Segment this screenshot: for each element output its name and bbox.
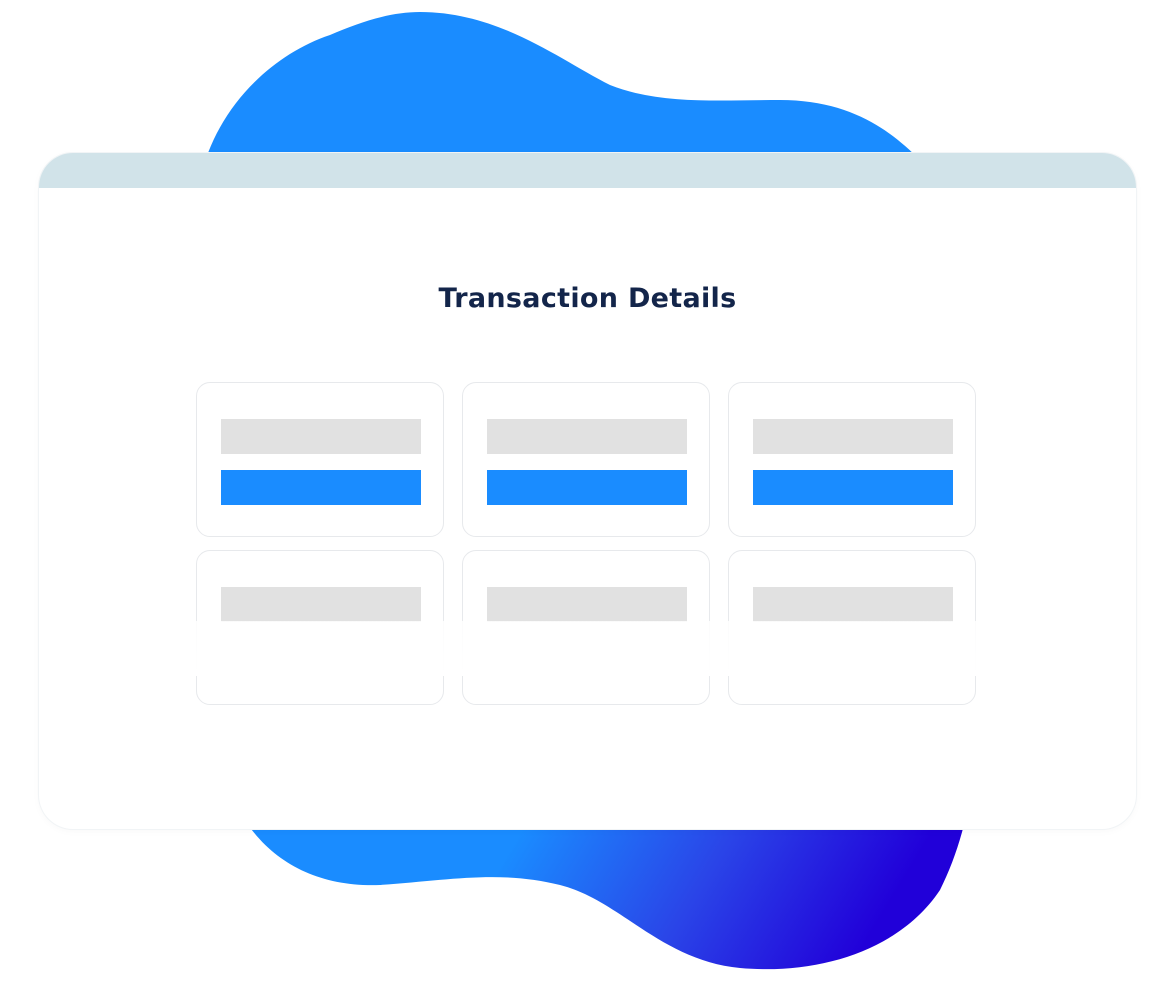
placeholder-label-bar xyxy=(487,419,687,454)
placeholder-label-bar xyxy=(753,587,953,622)
placeholder-value-bar xyxy=(487,470,687,505)
window-titlebar xyxy=(39,153,1136,188)
fade-overlay xyxy=(189,621,989,676)
page-title: Transaction Details xyxy=(438,283,737,314)
placeholder-value-bar xyxy=(753,470,953,505)
placeholder-label-bar xyxy=(221,587,421,622)
placeholder-label-bar xyxy=(753,419,953,454)
transaction-card[interactable] xyxy=(728,382,976,537)
placeholder-label-bar xyxy=(487,587,687,622)
transaction-card[interactable] xyxy=(462,382,710,537)
placeholder-label-bar xyxy=(221,419,421,454)
app-window: Transaction Details xyxy=(39,153,1136,829)
transaction-card[interactable] xyxy=(196,382,444,537)
placeholder-value-bar xyxy=(221,470,421,505)
